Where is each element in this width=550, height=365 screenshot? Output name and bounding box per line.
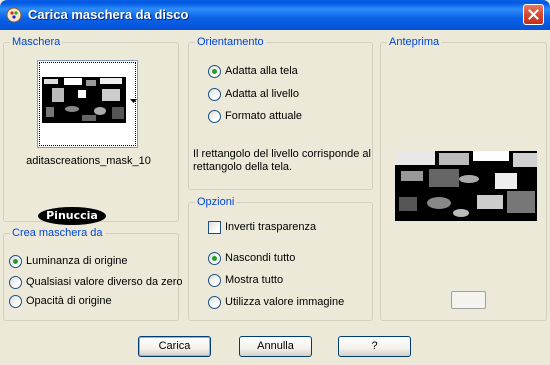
radio-label: Nascondi tutto	[225, 252, 296, 264]
radio-label: Luminanza di origine	[26, 255, 128, 267]
chevron-down-icon[interactable]	[130, 99, 137, 104]
app-icon	[6, 7, 22, 23]
mask-selector[interactable]	[37, 60, 138, 148]
radio-label: Adatta alla tela	[225, 65, 298, 77]
radio-label: Utilizza valore immagine	[225, 296, 345, 308]
radio-button[interactable]	[208, 296, 221, 309]
close-icon	[528, 9, 539, 20]
title-bar[interactable]: Carica maschera da disco	[0, 0, 550, 30]
mask-preview-image	[395, 151, 537, 221]
help-button[interactable]: ?	[338, 336, 411, 357]
radio-label: Opacità di origine	[26, 295, 112, 307]
checkbox-label: Inverti trasparenza	[225, 221, 317, 233]
orientation-group-legend: Orientamento	[195, 36, 266, 48]
radio-label: Adatta al livello	[225, 88, 299, 100]
create-mask-group-legend: Crea maschera da	[10, 227, 105, 239]
preview-group-legend: Anteprima	[387, 36, 442, 48]
mask-name-label: aditascreations_mask_10	[26, 155, 151, 167]
radio-label: Qualsiasi valore diverso da zero	[26, 276, 183, 288]
load-button[interactable]: Carica	[138, 336, 211, 357]
dialog-window: Carica maschera da disco Maschera aditas…	[0, 0, 550, 365]
preview-toggle-button[interactable]	[451, 291, 486, 309]
window-title: Carica maschera da disco	[28, 7, 189, 22]
cancel-button[interactable]: Annulla	[239, 336, 312, 357]
radio-label: Formato attuale	[225, 110, 303, 122]
radio-label: Mostra tutto	[225, 274, 284, 286]
watermark-logo: Pinuccia	[38, 207, 106, 225]
radio-button[interactable]	[9, 295, 22, 308]
mask-thumbnail	[42, 77, 126, 123]
radio-button[interactable]	[208, 65, 221, 78]
options-group-legend: Opzioni	[195, 196, 237, 208]
close-button[interactable]	[523, 4, 544, 25]
checkbox[interactable]	[208, 221, 221, 234]
mask-group-legend: Maschera	[10, 36, 63, 48]
radio-button[interactable]	[208, 88, 221, 101]
radio-button[interactable]	[9, 276, 22, 289]
radio-button[interactable]	[208, 274, 221, 287]
radio-button[interactable]	[208, 110, 221, 123]
radio-button[interactable]	[9, 255, 22, 268]
radio-button[interactable]	[208, 252, 221, 265]
orientation-info-text: Il rettangolo del livello corrisponde al…	[193, 148, 371, 173]
